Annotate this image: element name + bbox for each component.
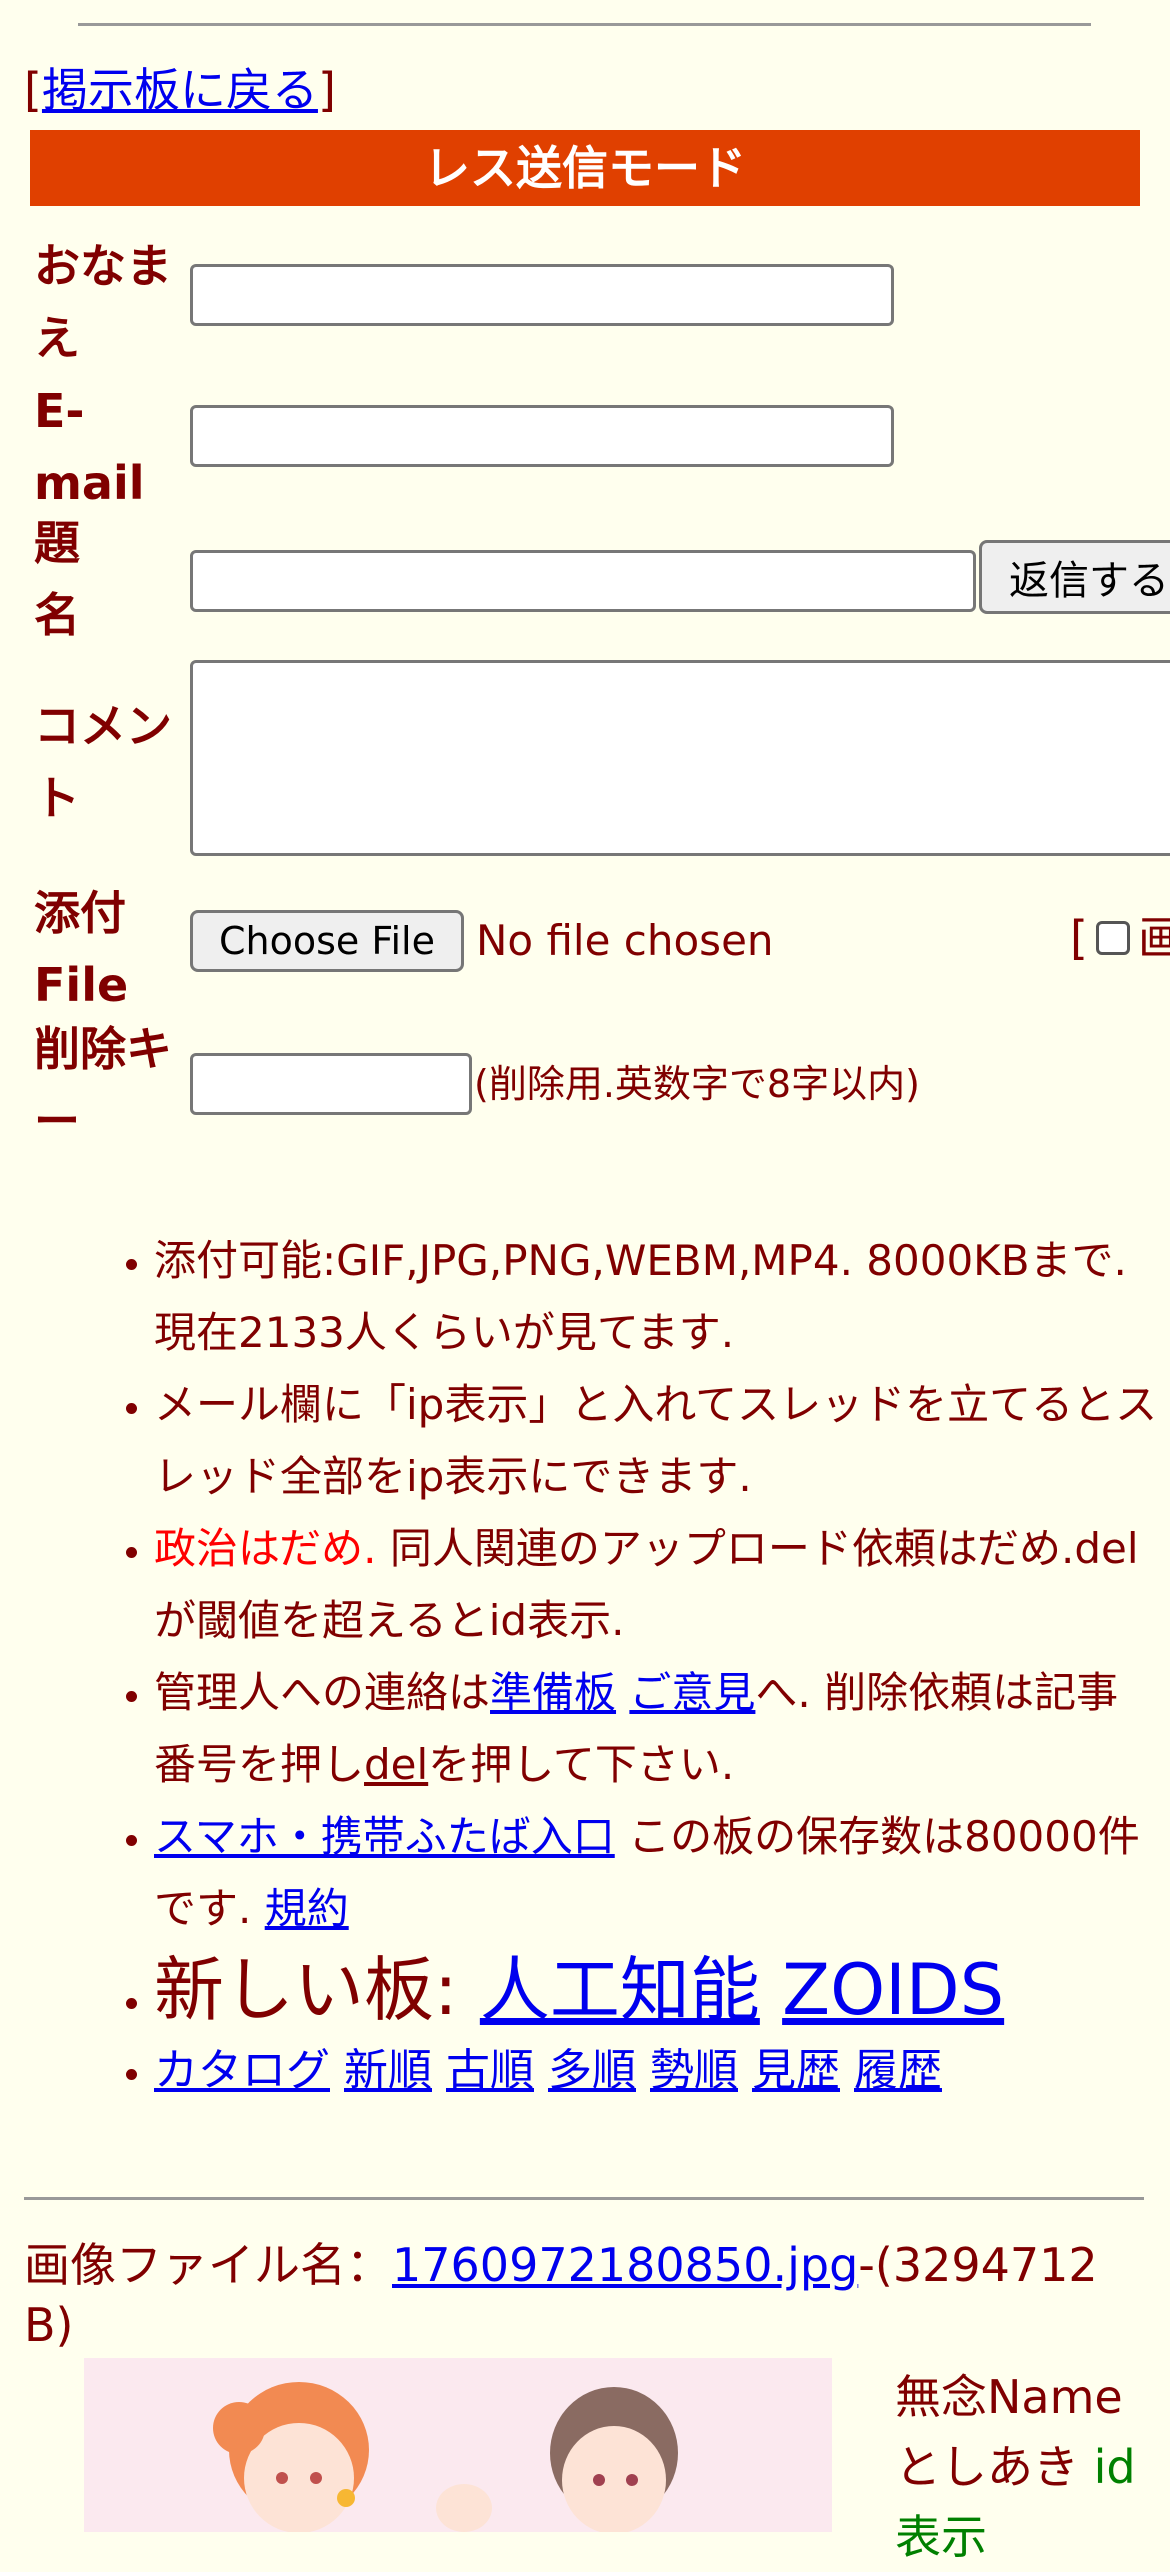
rule-text-contact: 管理人への連絡は bbox=[154, 1668, 491, 1717]
bracket-close: ] bbox=[317, 63, 336, 117]
email-input[interactable] bbox=[190, 405, 894, 467]
comment-textarea[interactable] bbox=[190, 660, 1170, 856]
delete-key-label-line1: 削除キ bbox=[34, 1022, 172, 1076]
image-option-group: [ 画 bbox=[1070, 906, 1170, 970]
thumbnail-illustration bbox=[84, 2358, 832, 2532]
name-label-line1: おなま bbox=[34, 239, 172, 293]
image-file-line: 画像ファイル名：1760972180850.jpg-(3294712 B) bbox=[24, 2235, 1154, 2355]
viewed-history-link[interactable]: 見歴 bbox=[752, 2045, 840, 2096]
post-name-label: 無念Name bbox=[895, 2370, 1123, 2424]
image-file-label: 画像ファイル名： bbox=[24, 2238, 392, 2292]
name-label: おなま え bbox=[34, 230, 184, 374]
sort-momentum-link[interactable]: 勢順 bbox=[650, 2045, 738, 2096]
email-label: E- mail bbox=[34, 375, 184, 519]
subject-label-line1: 題 bbox=[34, 516, 80, 570]
delete-key-note: (削除用.英数字で8字以内) bbox=[474, 1062, 920, 1106]
sort-many-link[interactable]: 多順 bbox=[548, 2045, 636, 2096]
sort-old-link[interactable]: 古順 bbox=[446, 2045, 534, 2096]
checkbox-bracket: [ bbox=[1070, 911, 1088, 965]
image-option-checkbox[interactable] bbox=[1095, 921, 1130, 955]
comment-label: コメン ト bbox=[34, 690, 184, 834]
rule-text-attachments: 添付可能:GIF,JPG,PNG,WEBM,MP4. 8000KBまで. 現在2… bbox=[154, 1236, 1127, 1357]
post-user-name: としあき bbox=[895, 2440, 1079, 2494]
file-label-line1: 添付 bbox=[34, 886, 126, 940]
submit-reply-button[interactable]: 返信する bbox=[979, 540, 1170, 614]
rule-item: 管理人への連絡は準備板 ご意見へ. 削除依頼は記事番号を押しdelを押して下さい… bbox=[154, 1657, 1160, 1801]
subject-label: 題 名 bbox=[34, 507, 184, 651]
delete-key-label: 削除キ ー bbox=[34, 1013, 184, 1157]
zoids-board-link[interactable]: ZOIDS bbox=[782, 1949, 1004, 2031]
delete-key-input[interactable] bbox=[190, 1053, 472, 1115]
delete-key-label-line2: ー bbox=[34, 1094, 80, 1148]
prep-board-link[interactable]: 準備板 bbox=[490, 1668, 616, 1717]
checkbox-trailing-text: 画 bbox=[1137, 911, 1170, 965]
rule-item: メール欄に「ip表示」と入れてスレッドを立てるとスレッド全部をip表示にできます… bbox=[154, 1369, 1160, 1513]
ai-board-link[interactable]: 人工知能 bbox=[480, 1949, 760, 2031]
reply-mode-banner: レス送信モード bbox=[30, 130, 1140, 206]
choose-file-button[interactable]: Choose File bbox=[190, 910, 464, 972]
rule-text-press: を押して下さい. bbox=[428, 1740, 735, 1789]
back-to-board-link[interactable]: 掲示板に戻る bbox=[42, 63, 318, 117]
post-user-line: としあき id bbox=[895, 2432, 1170, 2502]
back-nav: [掲示板に戻る] bbox=[24, 60, 336, 120]
comment-label-line1: コメン bbox=[34, 699, 172, 753]
terms-link[interactable]: 規約 bbox=[265, 1884, 349, 1933]
rule-item: 政治はだめ. 同人関連のアップロード依頼はだめ.delが閾値を超えるとid表示. bbox=[154, 1513, 1160, 1657]
file-label-line2: File bbox=[34, 958, 129, 1012]
email-label-line1: E- bbox=[34, 384, 85, 438]
rule-text-ip: メール欄に「ip表示」と入れてスレッドを立てるとスレッド全部をip表示にできます… bbox=[154, 1380, 1158, 1501]
rule-item: 新しい板: 人工知能 ZOIDS bbox=[154, 1945, 1160, 2035]
subject-input[interactable] bbox=[190, 550, 976, 612]
image-file-link[interactable]: 1760972180850.jpg bbox=[392, 2238, 858, 2292]
name-label-line2: え bbox=[34, 311, 80, 365]
post-id-text: id bbox=[1093, 2440, 1136, 2494]
mobile-entrance-link[interactable]: スマホ・携帯ふたば入口 bbox=[154, 1812, 615, 1861]
rule-item: 添付可能:GIF,JPG,PNG,WEBM,MP4. 8000KBまで. 現在2… bbox=[154, 1225, 1160, 1369]
bracket-open: [ bbox=[24, 63, 42, 117]
post-history-link[interactable]: 履歴 bbox=[854, 2045, 942, 2096]
subject-label-line2: 名 bbox=[34, 588, 80, 642]
top-divider bbox=[78, 23, 1091, 26]
sort-new-link[interactable]: 新順 bbox=[344, 2045, 432, 2096]
catalog-link[interactable]: カタログ bbox=[154, 2045, 330, 2096]
name-input[interactable] bbox=[190, 264, 894, 326]
post-thumbnail[interactable] bbox=[84, 2358, 832, 2532]
rule-item: カタログ 新順 古順 多順 勢順 見歴 履歴 bbox=[154, 2035, 1160, 2107]
feedback-link[interactable]: ご意見 bbox=[629, 1668, 755, 1717]
rule-item: スマホ・携帯ふたば入口 この板の保存数は80000件です. 規約 bbox=[154, 1801, 1160, 1945]
post-divider bbox=[24, 2197, 1144, 2200]
comment-label-line2: ト bbox=[34, 771, 80, 825]
post-id-display: 表示 bbox=[895, 2510, 987, 2564]
post-author-block: 無念Name としあき id 表示 bbox=[895, 2362, 1170, 2572]
rule-text-politics: 政治はだめ. bbox=[154, 1524, 377, 1573]
del-link[interactable]: del bbox=[364, 1740, 428, 1789]
new-boards-text: 新しい板: bbox=[154, 1949, 480, 2031]
file-label: 添付 File bbox=[34, 877, 184, 1021]
board-rules-list: 添付可能:GIF,JPG,PNG,WEBM,MP4. 8000KBまで. 現在2… bbox=[60, 1225, 1160, 2107]
no-file-chosen-text: No file chosen bbox=[476, 916, 774, 965]
